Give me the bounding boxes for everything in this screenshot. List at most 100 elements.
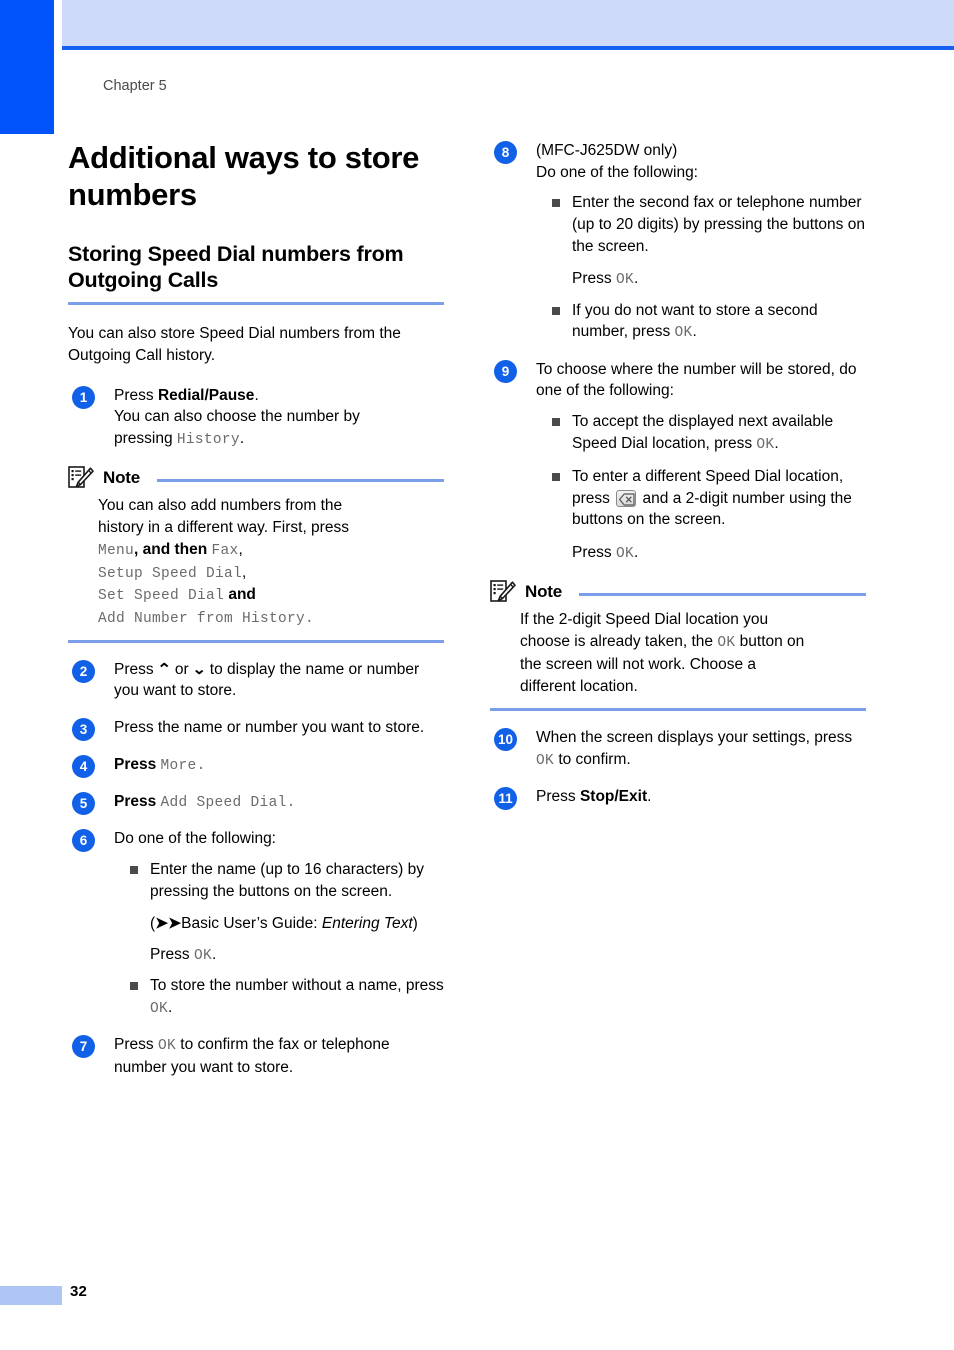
note-pencil-icon (490, 580, 516, 604)
note-2-line-1: If the 2-digit Speed Dial location you (520, 611, 769, 629)
note-2-line-4: different location. (520, 678, 638, 696)
square-bullet-icon (552, 306, 560, 315)
step-number: 6 (72, 829, 95, 853)
period: . (774, 434, 779, 452)
header-band (62, 0, 954, 46)
step-6: 6 Do one of the following: Enter the nam… (68, 828, 444, 1019)
chapter-edge-tab (0, 0, 54, 134)
connector-and: and (224, 586, 256, 604)
step-number: 2 (72, 659, 95, 683)
bullet-item: Enter the second fax or telephone number… (552, 192, 866, 257)
step-number: 11 (494, 787, 517, 810)
bullet-item: To enter a different Speed Dial location… (552, 466, 866, 531)
note-box-2: Note If the 2-digit Speed Dial location … (490, 580, 866, 712)
square-bullet-icon (130, 865, 138, 874)
step-number: 9 (494, 359, 517, 383)
step-1-line-1: Press Redial/Pause. (114, 385, 444, 407)
lcd-term-add-number-from-history: Add Number from History (98, 611, 306, 627)
bullet-text: Enter the second fax or telephone number… (572, 194, 865, 255)
note-box-1: Note You can also add numbers from the h… (68, 466, 444, 643)
step-8-bullets: Enter the second fax or telephone number… (536, 192, 866, 343)
lcd-term-ok: OK (717, 635, 736, 652)
step-number: 1 (72, 385, 95, 409)
press-word: Press (536, 788, 580, 805)
lcd-term-ok: OK (193, 947, 212, 964)
bullet-item: Enter the name (up to 16 characters) by … (130, 859, 444, 902)
lcd-term-ok: OK (536, 752, 555, 769)
press-ok-instruction: Press OK. (130, 944, 444, 966)
step-11: 11 Press Stop/Exit. (490, 786, 866, 810)
step-number: 3 (72, 717, 95, 741)
lcd-term-fax: Fax (211, 543, 239, 560)
step-8-line-2: Do one of the following: (536, 163, 698, 181)
bullet-text: Enter the name (up to 16 characters) by … (150, 860, 424, 900)
period: . (239, 429, 245, 447)
note-header-rule (578, 592, 866, 596)
note-header: Note (490, 580, 866, 604)
note-1-line-5: Set Speed Dial and (98, 584, 444, 607)
period: . (196, 757, 206, 774)
lcd-term-add-speed-dial: Add Speed Dial (160, 794, 287, 811)
double-arrow-icon: ➤➤ (155, 915, 182, 933)
press-ok-instruction: Press OK. (552, 542, 866, 564)
note-1-line-6: Add Number from History. (98, 607, 444, 630)
step-5: 5 Press Add Speed Dial. (68, 791, 444, 815)
note-2-line-3: the screen will not work. Choose a (520, 656, 757, 674)
cross-reference: (➤➤Basic User’s Guide: Entering Text) (130, 913, 444, 935)
note-1-line-3: Menu, and then Fax, (98, 539, 444, 562)
step-number: 4 (72, 754, 95, 778)
step-9-text: To choose where the number will be store… (536, 360, 857, 400)
or-word: or (170, 660, 193, 678)
bullet-text-pre: To store the number without a name, pres… (150, 977, 444, 995)
page-title: Additional ways to store numbers (68, 140, 420, 212)
period: . (254, 386, 259, 404)
button-name-stop-exit: Stop/Exit (579, 788, 648, 805)
note-1-body: You can also add numbers from the histor… (68, 495, 444, 629)
step-10-text-post: to confirm. (554, 750, 631, 768)
arrow-up-icon: ⌃ (156, 660, 172, 678)
left-column: Additional ways to store numbers Storing… (68, 138, 444, 1093)
square-bullet-icon (552, 418, 560, 427)
lcd-term-menu: Menu (98, 543, 135, 560)
step-number: 10 (494, 728, 517, 752)
right-column: 8 (MFC-J625DW only) Do one of the follow… (490, 140, 866, 823)
lcd-term-ok: OK (756, 436, 775, 453)
square-bullet-icon (130, 982, 138, 991)
period: . (647, 788, 652, 805)
bullet-item: If you do not want to store a second num… (552, 300, 866, 344)
press-word: Press (114, 386, 158, 404)
bullet-text-pre: To accept the displayed next available S… (572, 413, 834, 452)
period: . (633, 544, 639, 562)
bullet-item: To accept the displayed next available S… (552, 411, 866, 455)
guide-name: Basic User’s Guide: (181, 915, 322, 933)
note-title: Note (525, 582, 562, 602)
step-8-line-1: (MFC-J625DW only) (536, 142, 678, 159)
backspace-key-icon (616, 489, 637, 507)
step-3-text: Press the name or number you want to sto… (114, 718, 425, 736)
button-name-redial-pause: Redial/Pause (157, 386, 255, 404)
lcd-term-ok: OK (615, 546, 634, 563)
period: . (692, 323, 697, 341)
step-4: 4 Press More. (68, 754, 444, 778)
lcd-term-history: History (176, 431, 240, 448)
note-1-line-2: history in a different way. First, press (98, 519, 349, 537)
period: . (168, 998, 173, 1016)
lcd-term-ok: OK (674, 325, 693, 342)
step-7: 7 Press OK to confirm the fax or telepho… (68, 1034, 444, 1078)
close-paren: ) (412, 915, 418, 933)
step-9-bullets: To accept the displayed next available S… (536, 411, 866, 564)
note-header-rule (156, 478, 444, 482)
press-word: Press (572, 544, 616, 562)
press-word: Press (114, 792, 161, 810)
lcd-term-set-speed-dial: Set Speed Dial (98, 588, 225, 605)
step-1-line-2: You can also choose the number by (114, 408, 360, 426)
press-ok-instruction: Press OK. (552, 268, 866, 290)
bullet-text: If you do not want to store a second num… (572, 302, 818, 342)
note-2-line-2-pre: choose is already taken, the (520, 633, 718, 651)
step-8: 8 (MFC-J625DW only) Do one of the follow… (490, 140, 866, 344)
arrow-down-icon: ⌄ (191, 660, 207, 678)
header-rule (62, 46, 954, 50)
section-heading: Storing Speed Dial numbers from Outgoing… (68, 241, 444, 305)
square-bullet-icon (552, 199, 560, 208)
press-word: Press (114, 755, 161, 773)
